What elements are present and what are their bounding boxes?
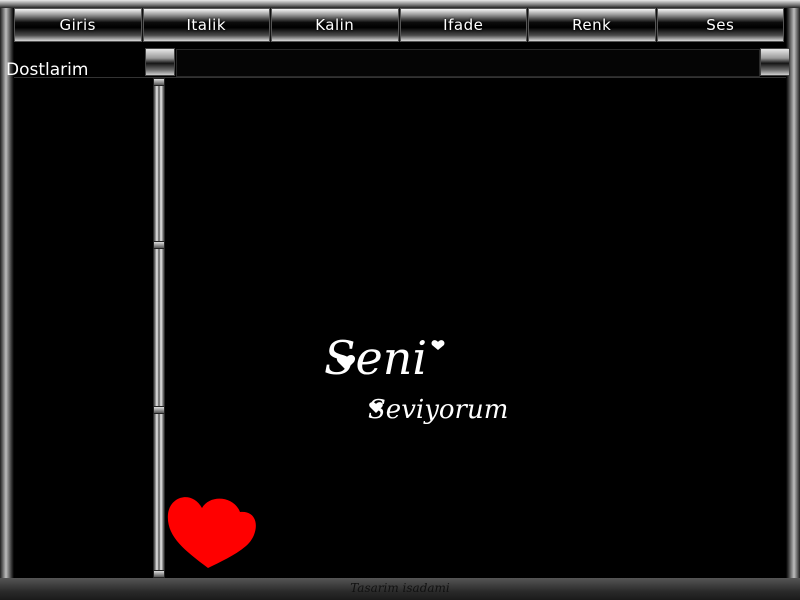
menu-item-renk[interactable]: Renk <box>528 8 656 42</box>
menu-item-italik[interactable]: Italik <box>142 8 270 42</box>
window-top-edge <box>0 0 800 8</box>
seni-seviyorum-logo: Seni Seviyorum <box>324 331 508 425</box>
menu-bar: Giris Italik Kalin Ifade Renk Ses <box>14 8 784 42</box>
splitter-knob-top[interactable] <box>153 78 165 86</box>
friends-list[interactable] <box>18 80 152 578</box>
logo-heart-small-icon <box>431 340 445 350</box>
logo-line2: Seviyorum <box>368 395 508 425</box>
menu-item-ifade[interactable]: Ifade <box>399 8 527 42</box>
send-button[interactable] <box>760 48 790 76</box>
menu-item-ses[interactable]: Ses <box>656 8 784 42</box>
menu-item-giris[interactable]: Giris <box>14 8 142 42</box>
message-input[interactable] <box>176 49 760 77</box>
friends-title: Dostlarim <box>6 60 89 80</box>
sidebar-toggle-button[interactable] <box>145 48 175 76</box>
splitter-knob-upper[interactable] <box>153 241 165 249</box>
splitter-knob-lower[interactable] <box>153 406 165 414</box>
heart-icon <box>167 497 256 568</box>
menu-item-kalin[interactable]: Kalin <box>271 8 399 42</box>
footer-credit: Tasarim isadami <box>350 581 450 595</box>
